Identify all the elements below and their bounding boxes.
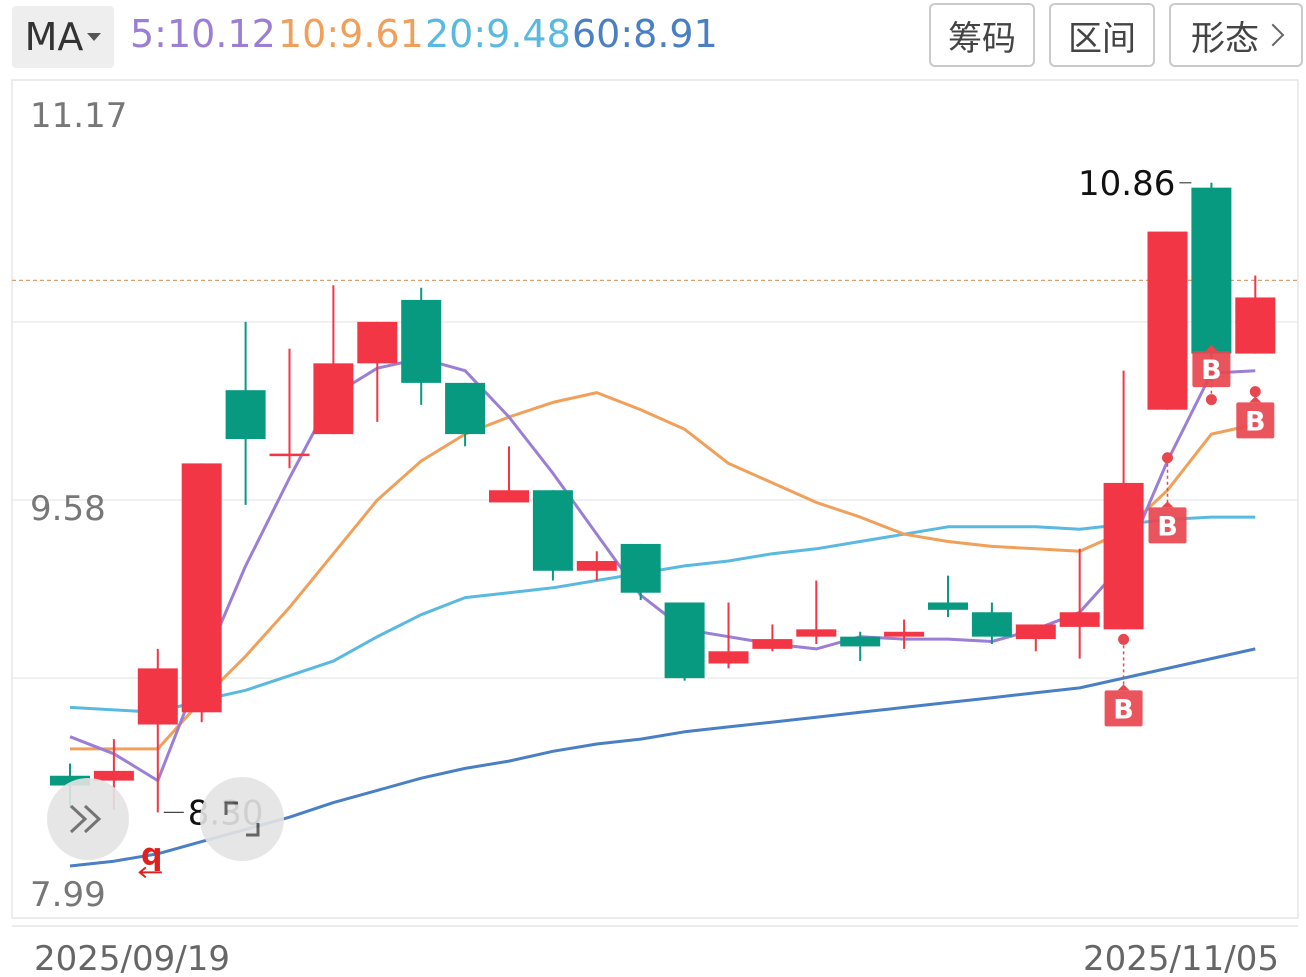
candle-body[interactable] — [884, 631, 925, 637]
pattern-button-label: 形态 — [1191, 18, 1259, 59]
pattern-button[interactable]: 形态 — [1169, 3, 1303, 67]
caret-down-icon — [87, 33, 102, 41]
ma10-value: 10:9.61 — [278, 12, 424, 56]
signal-dot — [1118, 633, 1130, 645]
badge-pointer — [1161, 501, 1174, 508]
signal-dot — [1249, 386, 1261, 398]
candle-body[interactable] — [576, 561, 617, 571]
candle-body[interactable] — [532, 490, 573, 571]
high-price-label: 10.86 — [1078, 164, 1175, 204]
candle-body[interactable] — [708, 651, 749, 664]
chevron-right-icon — [1261, 23, 1285, 47]
kline-chart[interactable]: BBBB11.179.587.992025/09/19 2025/11/0510.… — [0, 78, 1306, 977]
fullscreen-icon — [224, 801, 260, 837]
candle-body[interactable] — [313, 363, 354, 435]
indicator-toolbar: MA 5:10.12 10:9.61 20:9.48 60:8.91 筹码 区间… — [0, 0, 1306, 78]
candle-body[interactable] — [752, 639, 793, 649]
signal-dot — [1205, 394, 1217, 406]
candle-body[interactable] — [225, 390, 266, 439]
candle-body[interactable] — [796, 629, 837, 637]
fullscreen-button[interactable] — [200, 777, 284, 861]
candle-body[interactable] — [928, 602, 968, 610]
signal-dot — [1162, 452, 1173, 464]
indicator-selector[interactable]: MA — [12, 6, 114, 68]
candle-body[interactable] — [181, 463, 222, 713]
y-axis-label: 11.17 — [30, 96, 127, 136]
ma60-value: 60:8.91 — [572, 12, 718, 56]
candle-body[interactable] — [269, 453, 310, 457]
candle-body[interactable] — [357, 321, 398, 364]
candle-body[interactable] — [840, 636, 881, 647]
candle-body[interactable] — [1059, 612, 1100, 627]
candle-body[interactable] — [489, 490, 529, 503]
candle-body[interactable] — [620, 543, 661, 593]
chips-button-label: 筹码 — [948, 18, 1016, 59]
candle-body[interactable] — [1103, 482, 1144, 630]
ma20-value: 20:9.48 — [425, 12, 571, 56]
buy-signal-label: B — [1201, 355, 1222, 386]
y-axis-label: 7.99 — [30, 875, 106, 915]
candle-body[interactable] — [664, 602, 705, 679]
collapse-button[interactable] — [47, 778, 129, 860]
candle-body[interactable] — [1015, 624, 1056, 640]
indicator-label: MA — [24, 15, 84, 59]
candle-body[interactable] — [445, 382, 486, 435]
x-axis-start-label: 2025/09/19 — [34, 939, 230, 977]
candle-body[interactable] — [971, 612, 1012, 637]
buy-signal-label: B — [1245, 406, 1266, 437]
candle-body[interactable] — [1235, 297, 1276, 354]
y-axis-label: 9.58 — [30, 489, 106, 529]
low-marker-q: q — [141, 837, 162, 872]
candle-body[interactable] — [401, 299, 442, 383]
candle-body[interactable] — [137, 668, 178, 725]
badge-pointer — [1249, 396, 1262, 403]
badge-pointer — [1117, 684, 1130, 691]
buy-signal-label: B — [1113, 694, 1134, 725]
candle-body[interactable] — [1147, 231, 1188, 410]
range-button[interactable]: 区间 — [1049, 3, 1155, 67]
ma5-value: 5:10.12 — [130, 12, 276, 56]
candle-body[interactable] — [1191, 187, 1232, 354]
chips-button[interactable]: 筹码 — [929, 3, 1035, 67]
x-axis-end-label: 2025/11/05 — [1083, 939, 1279, 977]
double-chevron-right-icon — [69, 804, 102, 834]
buy-signal-label: B — [1157, 511, 1178, 542]
range-button-label: 区间 — [1068, 18, 1136, 59]
